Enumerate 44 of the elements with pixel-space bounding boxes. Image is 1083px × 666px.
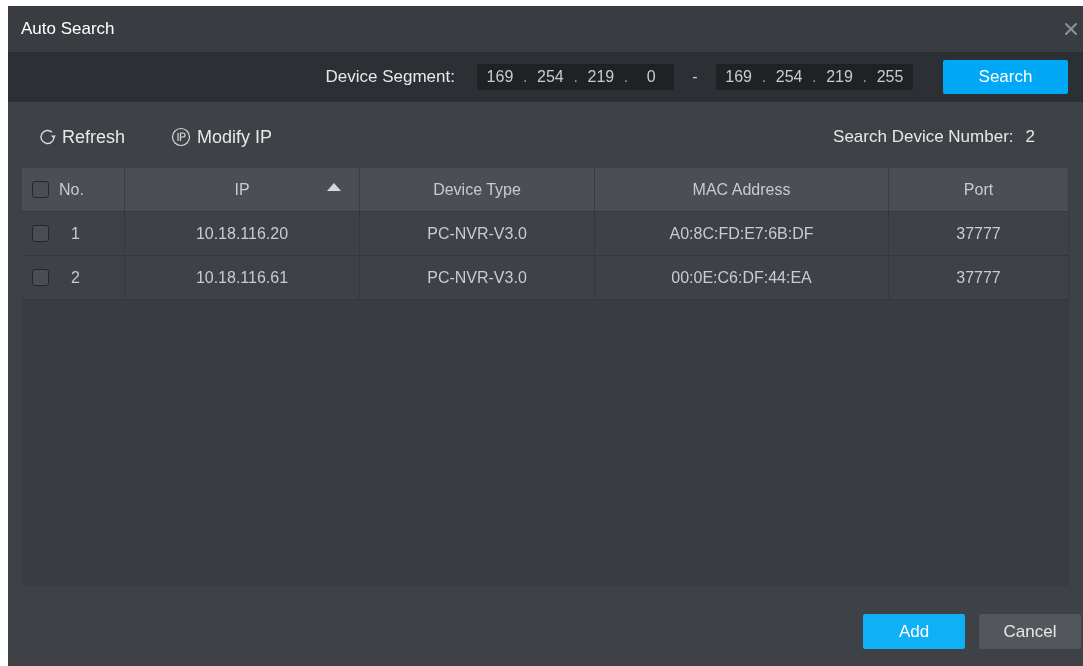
column-header[interactable]: IP [125,168,360,211]
checkbox[interactable] [32,225,49,242]
segment-label: Device Segment: [325,66,455,89]
checkbox[interactable] [32,269,49,286]
table-cell-text: PC-NVR-V3.0 [427,267,527,288]
dot-separator: . [623,67,629,87]
dot-separator: . [761,67,767,87]
window-title: Auto Search [21,18,115,41]
table-cell-text: 37777 [956,267,1001,288]
column-header[interactable]: MAC Address [595,168,889,211]
table-cell-text: 2 [71,267,80,288]
table-cell-text: 00:0E:C6:DF:44:EA [671,267,812,288]
device-count: 2 [1025,126,1035,149]
table-cell-text: PC-NVR-V3.0 [427,223,527,244]
column-header[interactable]: Device Type [360,168,595,211]
table-cell-text: 10.18.116.61 [195,267,289,288]
table-cell-text: 10.18.116.20 [195,223,289,244]
dot-separator: . [862,67,867,87]
ip-octet-field[interactable]: 255 [867,65,913,89]
table-cell-text: 1 [71,223,80,244]
table-cell-text: 37777 [956,223,1001,244]
table-row[interactable]: 1 10.18.116.20 PC-NVR-V3.0 A0:8C:FD:E7:6B:DF 37777 [22,212,1069,256]
ip-icon [171,127,192,147]
dot-separator: . [812,67,817,87]
refresh-icon [38,127,58,147]
range-dash: - [692,67,698,87]
ip-octet-field[interactable]: 0 [628,65,675,89]
dot-separator: . [522,67,528,87]
checkbox[interactable] [32,181,49,198]
ip-octet-field[interactable]: 169 [715,65,762,89]
table-cell-text: A0:8C:FD:E7:6B:DF [669,223,814,244]
device-count-label: Search Device Number: [833,126,1014,149]
ip-octet-field[interactable]: 169 [476,65,523,89]
ip-octet-field[interactable]: 219 [816,65,863,89]
refresh-button[interactable]: Refresh [38,123,126,151]
column-header[interactable]: No. [22,168,125,211]
dot-separator: . [573,67,578,87]
ip-octet-field[interactable]: 219 [577,65,624,89]
column-header[interactable]: Port [889,168,1069,211]
modify-ip-button[interactable]: Modify IP [171,123,273,151]
table-row[interactable]: 2 10.18.116.61 PC-NVR-V3.0 00:0E:C6:DF:44:EA 37777 [22,256,1069,300]
cancel-button[interactable]: Cancel [979,614,1081,649]
ip-octet-field[interactable]: 254 [766,65,813,89]
ip-octet-field[interactable]: 254 [527,65,574,89]
